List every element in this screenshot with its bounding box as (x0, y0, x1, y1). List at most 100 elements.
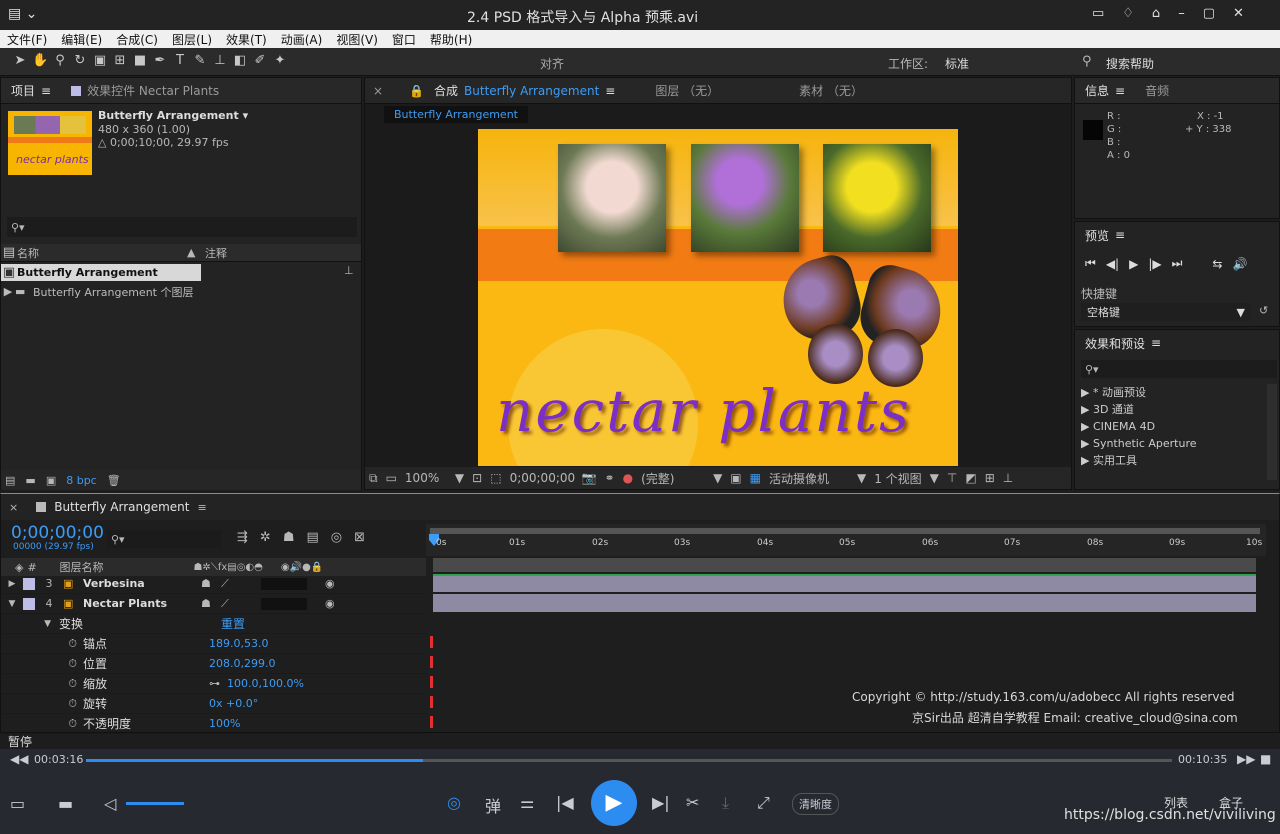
progress-track[interactable] (86, 759, 1172, 762)
bpc-label[interactable]: 8 bpc (66, 474, 97, 487)
tab-info[interactable]: 信息 ≡ (1075, 78, 1135, 104)
app-menu-icon[interactable]: ▤ ⌄ (8, 6, 37, 22)
next-icon[interactable]: ▶| (652, 793, 670, 812)
workspace-select[interactable]: 标准 (945, 55, 969, 72)
layer-duration-bar[interactable] (433, 574, 1256, 592)
comp-bar[interactable] (433, 558, 1256, 572)
comp-subtab[interactable]: Butterfly Arrangement (384, 106, 528, 123)
3d-icon[interactable]: ◎ (447, 793, 461, 812)
property-value[interactable]: 208.0,299.0 (209, 657, 275, 670)
work-area-bar[interactable] (430, 528, 1260, 534)
chevron-down-icon[interactable]: ▼ (455, 471, 464, 485)
menu-file[interactable]: 文件(F) (0, 31, 54, 48)
viewer-timecode[interactable]: 0;00;00;00 (510, 471, 576, 485)
reset-icon[interactable]: ↺ (1259, 304, 1268, 317)
cut-icon[interactable]: ✂ (686, 793, 699, 812)
quality-switch-icon[interactable]: ⟋ (221, 577, 261, 591)
flowchart-icon[interactable]: ⊥ (344, 264, 354, 277)
first-frame-icon[interactable]: ⏮ (1085, 256, 1096, 271)
menu-layer[interactable]: 图层(L) (165, 31, 219, 48)
shortcut-select[interactable]: 空格键 ▼ (1081, 303, 1251, 321)
clone-stamp-tool-icon[interactable]: ⊥ (212, 53, 228, 69)
stopwatch-icon[interactable]: ⏱ (1, 677, 83, 691)
composition-canvas[interactable]: nectar plants (478, 129, 958, 466)
new-folder-icon[interactable]: ▬ (25, 474, 35, 487)
camera-select[interactable]: 活动摄像机 (769, 470, 849, 487)
menu-window[interactable]: 窗口 (385, 31, 423, 48)
text-tool-icon[interactable]: T (172, 53, 188, 69)
property-row[interactable]: ⏱ 缩放 ⊶ 100.0,100.0% (1, 674, 426, 694)
property-row[interactable]: ⏱ 旋转 0x +0.0° (1, 694, 426, 714)
camera-tool-icon[interactable]: ▣ (92, 53, 108, 69)
last-frame-icon[interactable]: ⏭ (1172, 256, 1183, 271)
draft-3d-icon[interactable]: ✲ (260, 530, 271, 545)
volume-slider[interactable] (126, 802, 184, 805)
lock-icon[interactable]: 🔒 (409, 84, 424, 98)
shy-layers-icon[interactable]: ☗ (283, 530, 295, 545)
snap-label[interactable]: 对齐 (540, 55, 564, 72)
panel-menu-icon[interactable]: ≡ (197, 501, 206, 514)
stopwatch-icon[interactable]: ⏱ (1, 717, 83, 731)
stopwatch-icon[interactable]: ⏱ (1, 697, 83, 711)
column-layer-name[interactable]: 图层名称 (59, 559, 189, 575)
next-frame-icon[interactable]: |▶ (1148, 257, 1161, 271)
comp-mini-flowchart-icon[interactable]: ⇶ (237, 530, 248, 545)
snapshot-icon[interactable]: 📷 (582, 471, 597, 485)
list-item[interactable]: ▶ 3D 通道 (1081, 401, 1197, 418)
list-item[interactable]: ▶ CINEMA 4D (1081, 418, 1197, 435)
property-value[interactable]: 0x +0.0° (209, 697, 258, 710)
fast-preview-icon[interactable]: ◩ (965, 471, 976, 485)
tab-composition[interactable]: 合成 Butterfly Arrangement ≡ (424, 78, 625, 104)
stopwatch-icon[interactable]: ⏱ (1, 657, 83, 671)
list-item[interactable]: ▶ ▬ Butterfly Arrangement 个图层 (1, 283, 194, 300)
close-icon[interactable]: × (9, 501, 18, 514)
time-ruler[interactable]: 0s 01s 02s 03s 04s 05s 06s 07s 08s 09s 1… (426, 524, 1266, 556)
views-select[interactable]: 1 个视图 (874, 470, 921, 487)
previous-frame-icon[interactable]: ◀| (1106, 257, 1119, 271)
property-value[interactable]: 100% (209, 717, 240, 730)
rewind-icon[interactable]: ◀◀ (10, 752, 28, 766)
monitor-icon[interactable]: ▭ (386, 471, 397, 485)
transparency-grid-icon[interactable]: ▦ (750, 471, 761, 485)
tab-layer[interactable]: 图层 （无） (645, 78, 729, 104)
menu-effect[interactable]: 效果(T) (219, 31, 274, 48)
list-item[interactable]: ▣ Butterfly Arrangement (1, 264, 201, 281)
list-item[interactable]: ▶ 实用工具 (1081, 452, 1197, 469)
quality-switch-icon[interactable]: ⟋ (221, 597, 261, 611)
zoom-select[interactable]: 100% (405, 471, 447, 485)
list-item[interactable]: ▶ Synthetic Aperture (1081, 435, 1197, 452)
timeline-search-field[interactable]: ⚲▾ (107, 530, 221, 548)
quality-button[interactable]: 清晰度 (792, 793, 839, 815)
shy-switch-icon[interactable]: ☗ (201, 577, 221, 590)
open-files-icon[interactable]: ▭ (10, 794, 25, 813)
property-value[interactable]: 189.0,53.0 (209, 637, 268, 650)
layer-name[interactable]: Nectar Plants (83, 597, 201, 610)
layer-name[interactable]: Verbesina (83, 577, 201, 590)
column-name[interactable]: 名称 (17, 245, 187, 261)
new-composition-icon[interactable]: ▣ (46, 474, 56, 487)
fullscreen-icon[interactable]: ⤢ (757, 793, 770, 813)
hand-tool-icon[interactable]: ✋ (32, 53, 48, 69)
mute-icon[interactable]: 🔊 (1232, 257, 1247, 271)
tab-footage[interactable]: 素材 （无） (789, 78, 873, 104)
keyframe-marker[interactable] (430, 656, 433, 668)
tab-effects-presets[interactable]: 效果和预设 ≡ (1075, 330, 1171, 356)
effects-search-field[interactable]: ⚲▾ (1081, 360, 1277, 378)
rotate-tool-icon[interactable]: ↻ (72, 53, 88, 69)
always-preview-icon[interactable]: ⧉ (369, 471, 378, 486)
open-folder-icon[interactable]: ▬ (58, 794, 73, 813)
menu-animation[interactable]: 动画(A) (274, 31, 330, 48)
close-icon[interactable]: × (373, 84, 383, 98)
loop-icon[interactable]: ⇆ (1212, 257, 1222, 271)
property-value[interactable]: 100.0,100.0% (227, 677, 304, 690)
property-row[interactable]: ⏱ 锚点 189.0,53.0 (1, 634, 426, 654)
fit-icon[interactable]: ⊡ (472, 471, 482, 485)
tab-preview[interactable]: 预览 ≡ (1075, 222, 1135, 248)
stopwatch-icon[interactable]: ⏱ (1, 637, 83, 651)
volume-icon[interactable]: ◁ (104, 794, 116, 813)
timeline-timecode[interactable]: 0;00;00;00 (11, 523, 104, 543)
column-comment[interactable]: 注释 (205, 245, 227, 261)
scrollbar[interactable] (1267, 384, 1277, 480)
play-button[interactable]: ▶ (591, 780, 637, 826)
motion-blur-icon[interactable]: ◎ (331, 530, 342, 545)
